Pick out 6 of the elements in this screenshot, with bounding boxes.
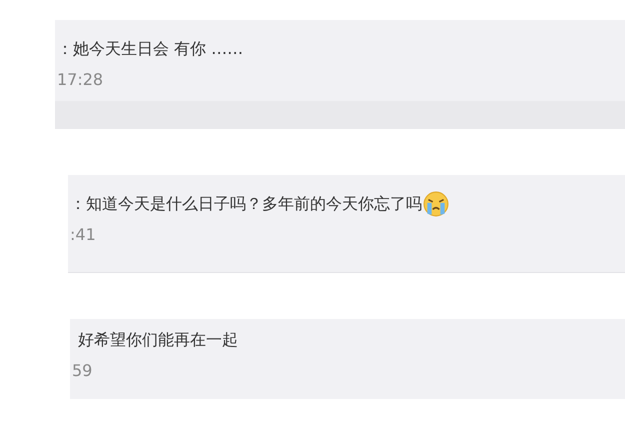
comment-time: 17:28 bbox=[56, 69, 104, 91]
comment-text: ：知道今天是什么日子吗？多年前的今天你忘了吗 bbox=[70, 194, 422, 214]
comment-text: 好希望你们能再在一起 bbox=[78, 330, 238, 350]
comment-time: :41 bbox=[69, 224, 96, 246]
comment-text: ：她今天生日会 有你 …… bbox=[57, 38, 244, 60]
comment-time: 59 bbox=[71, 360, 92, 382]
